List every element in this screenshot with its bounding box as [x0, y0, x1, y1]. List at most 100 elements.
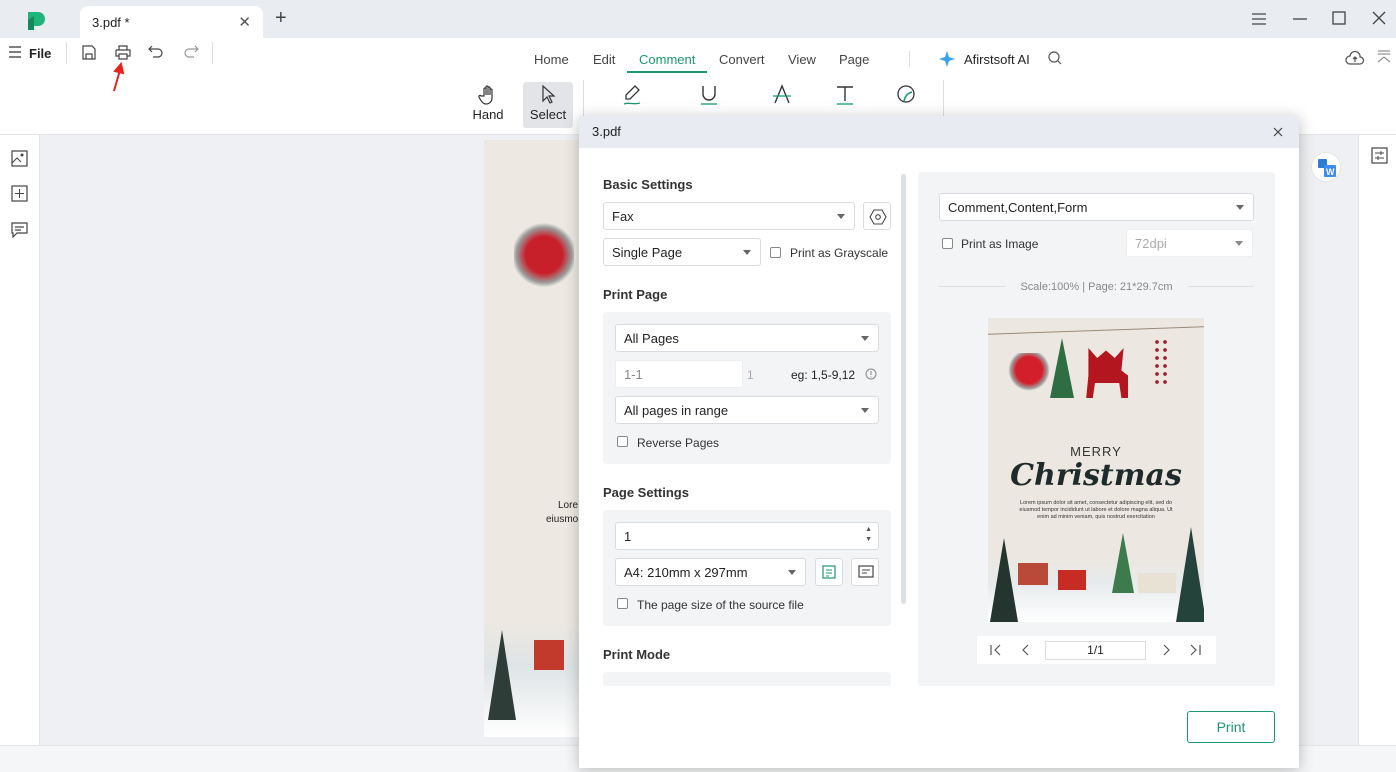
close-tab-icon[interactable]: ✕	[238, 13, 251, 31]
print-content-value: Comment,Content,Form	[948, 200, 1088, 215]
maximize-icon[interactable]	[1332, 11, 1346, 25]
portrait-icon	[822, 565, 836, 579]
cursor-icon	[542, 85, 556, 104]
word-translate-icon: W	[1318, 159, 1336, 177]
tab-view[interactable]: View	[788, 52, 816, 67]
card-merry-text: MERRY	[1070, 444, 1122, 459]
dialog-header: 3.pdf	[579, 116, 1299, 148]
thumbnail-icon[interactable]	[11, 150, 28, 167]
copies-stepper[interactable]: 1 ▲ ▼	[615, 522, 879, 550]
document-page: Lore eiusmo	[484, 140, 584, 737]
sticker-icon[interactable]	[896, 84, 916, 106]
page-number-input[interactable]: 1/1	[1045, 641, 1146, 660]
left-sidebar	[0, 135, 40, 772]
reverse-pages-label: Reverse Pages	[637, 436, 720, 450]
printer-select[interactable]: Fax	[603, 202, 855, 230]
previous-page-icon[interactable]	[1020, 644, 1032, 656]
hand-icon	[478, 85, 493, 105]
heart-ornament-image	[514, 220, 574, 290]
first-page-icon[interactable]	[990, 644, 1002, 656]
last-page-icon[interactable]	[1189, 644, 1201, 656]
dpi-select[interactable]: 72dpi	[1126, 229, 1253, 257]
tab-page[interactable]: Page	[839, 52, 869, 67]
underline-icon[interactable]	[699, 84, 719, 106]
document-text: Lore	[558, 500, 579, 511]
print-mode-group	[603, 672, 891, 686]
tab-convert[interactable]: Convert	[719, 52, 765, 67]
document-tab[interactable]: 3.pdf * ✕	[80, 6, 263, 38]
red-arrow-annotation	[113, 62, 125, 92]
page-subset-select[interactable]: All pages in range	[615, 396, 879, 424]
page-settings-heading: Page Settings	[603, 485, 689, 500]
landscape-icon	[858, 565, 874, 578]
paper-size-select[interactable]: A4: 210mm x 297mm	[615, 558, 806, 586]
strikethrough-icon[interactable]	[772, 84, 792, 106]
menu-icon[interactable]	[1251, 12, 1267, 26]
dpi-value: 72dpi	[1135, 236, 1167, 251]
basic-settings-heading: Basic Settings	[603, 177, 693, 192]
page-navigator: 1/1	[977, 636, 1216, 664]
preview-panel: Comment,Content,Form Print as Image 72dp…	[918, 172, 1275, 686]
scale-page-info: Scale:100% | Page: 21*29.7cm	[1020, 281, 1173, 293]
ai-sparkle-icon	[939, 51, 955, 67]
card-body-text: Lorem ipsum dolor sit amet, consectetur …	[1019, 500, 1173, 520]
close-dialog-icon[interactable]	[1273, 127, 1283, 137]
total-pages: 1	[747, 368, 754, 382]
range-example: eg: 1,5-9,12	[791, 368, 856, 382]
hamburger-icon[interactable]	[9, 46, 21, 58]
properties-panel-icon[interactable]	[1371, 147, 1388, 164]
tab-comment[interactable]: Comment	[627, 52, 708, 73]
next-page-icon[interactable]	[1160, 644, 1172, 656]
print-as-image-label: Print as Image	[961, 237, 1039, 251]
undo-icon[interactable]	[148, 45, 164, 59]
file-menu[interactable]: File	[29, 46, 51, 61]
redo-icon[interactable]	[183, 45, 199, 59]
comment-list-icon[interactable]	[11, 222, 28, 238]
print-button[interactable]: Print	[1187, 711, 1275, 743]
settings-scrollbar[interactable]	[901, 174, 906, 604]
printer-properties-button[interactable]	[863, 202, 891, 230]
ai-button[interactable]: Afirstsoft AI	[964, 52, 1030, 67]
layout-select[interactable]: Single Page	[603, 238, 761, 266]
source-page-size-checkbox[interactable]	[617, 598, 628, 609]
dialog-title: 3.pdf	[592, 124, 621, 139]
translate-word-button[interactable]: W	[1311, 152, 1341, 182]
berry-ornament	[1153, 338, 1169, 388]
page-range-select[interactable]: All Pages	[615, 324, 879, 352]
paper-size-value: A4: 210mm x 297mm	[624, 565, 748, 580]
print-as-image-checkbox[interactable]	[942, 238, 953, 249]
portrait-button[interactable]	[815, 558, 843, 586]
tab-edit[interactable]: Edit	[593, 52, 615, 67]
info-icon[interactable]	[865, 368, 877, 380]
text-box-icon[interactable]	[835, 84, 855, 106]
reverse-pages-checkbox[interactable]	[617, 436, 628, 447]
new-tab-icon[interactable]: +	[275, 7, 287, 30]
hand-label: Hand	[472, 107, 504, 122]
layout-value: Single Page	[612, 245, 683, 260]
cloud-upload-icon[interactable]	[1345, 50, 1365, 66]
landscape-button[interactable]	[851, 558, 879, 586]
select-label: Select	[529, 107, 567, 122]
hand-tool[interactable]: Hand	[463, 82, 513, 128]
svg-text:W: W	[1326, 167, 1335, 177]
select-tool[interactable]: Select	[523, 82, 573, 128]
collapse-toolbar-icon[interactable]	[1377, 50, 1391, 64]
reindeer-ornament	[1086, 348, 1128, 398]
page-range-input[interactable]: 1-1	[615, 360, 743, 388]
grayscale-checkbox[interactable]	[770, 247, 781, 258]
print-content-select[interactable]: Comment,Content,Form	[939, 193, 1254, 221]
close-window-icon[interactable]	[1372, 11, 1386, 25]
page-number-value: 1/1	[1087, 643, 1104, 657]
highlight-icon[interactable]	[622, 84, 642, 106]
search-icon[interactable]	[1048, 51, 1062, 65]
printer-value: Fax	[612, 209, 634, 224]
title-bar: 3.pdf * ✕ +	[0, 0, 1396, 38]
bookmark-icon[interactable]	[11, 185, 28, 202]
tab-home[interactable]: Home	[534, 52, 569, 67]
print-icon[interactable]	[115, 45, 131, 60]
save-icon[interactable]	[82, 45, 96, 60]
minimize-icon[interactable]	[1292, 12, 1308, 26]
copies-value: 1	[624, 529, 632, 544]
subset-value: All pages in range	[624, 403, 729, 418]
stepper-arrows-icon[interactable]: ▲ ▼	[865, 525, 872, 545]
